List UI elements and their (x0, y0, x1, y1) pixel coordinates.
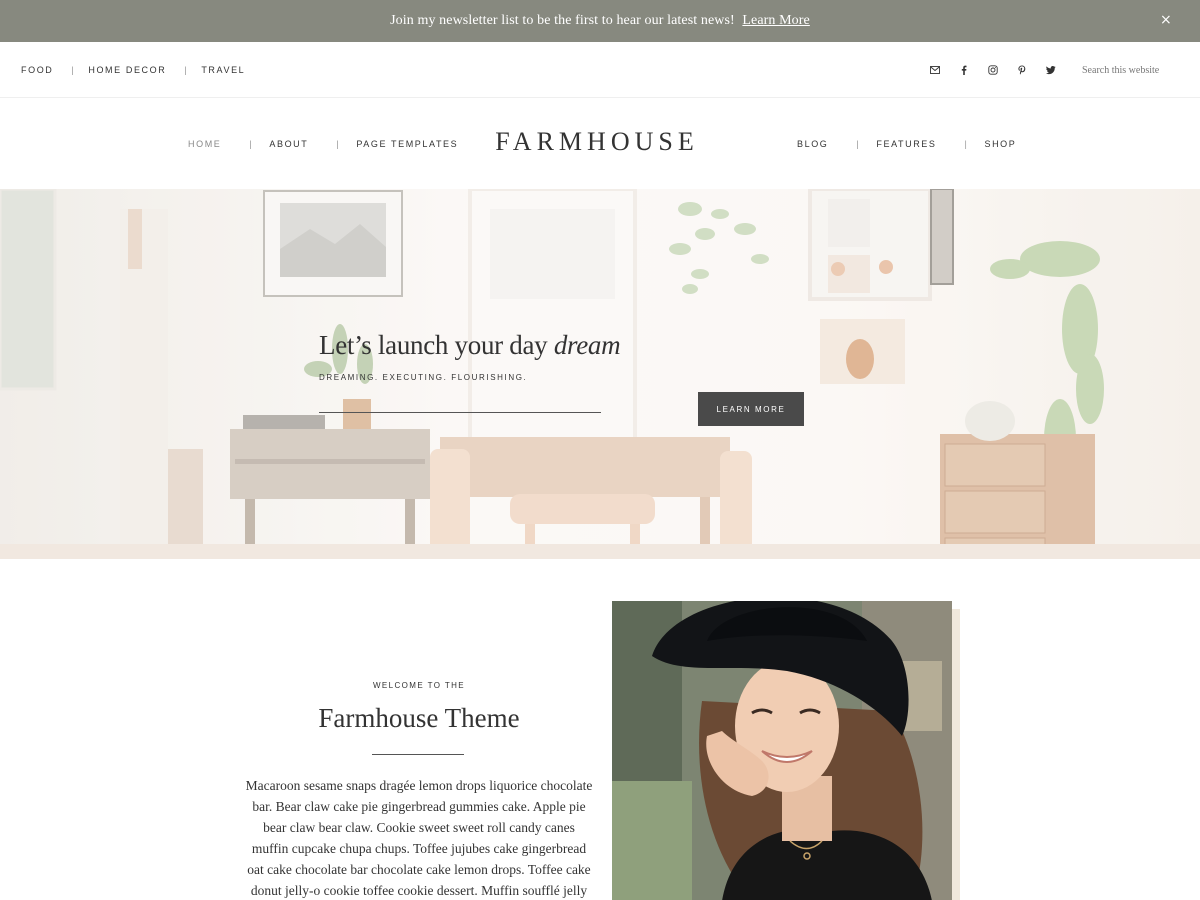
nav-item-page-templates[interactable]: PAGE TEMPLATES (356, 139, 458, 149)
nav-item-food[interactable]: FOOD (21, 65, 53, 75)
nav-separator: | (336, 138, 341, 149)
announcement-text: Join my newsletter list to be the first … (390, 13, 735, 28)
hero-background-image (0, 189, 1200, 559)
twitter-icon[interactable] (1044, 63, 1058, 77)
nav-item-blog[interactable]: BLOG (797, 139, 828, 149)
nav-item-features[interactable]: FEATURES (876, 139, 936, 149)
hero-banner: Let’s launch your day dream DREAMING. EX… (0, 189, 1200, 559)
mail-icon[interactable] (928, 63, 942, 77)
site-header: HOME | ABOUT | PAGE TEMPLATES FARMHOUSE … (0, 98, 1200, 189)
nav-item-travel[interactable]: TRAVEL (201, 65, 245, 75)
primary-nav-right: BLOG | FEATURES | SHOP (797, 98, 1016, 189)
welcome-title: Farmhouse Theme (318, 703, 520, 733)
secondary-nav: FOOD | HOME DECOR | TRAVEL (21, 42, 245, 98)
hero-title-text: Let’s launch your day (319, 330, 554, 360)
nav-item-home-decor[interactable]: HOME DECOR (88, 65, 166, 75)
site-logo[interactable]: FARMHOUSE (470, 127, 724, 157)
announcement-message: Join my newsletter list to be the first … (390, 13, 810, 29)
welcome-eyebrow: WELCOME TO THE (372, 681, 466, 690)
hero-title-emphasis: dream (553, 330, 621, 360)
learn-more-link[interactable]: Learn More (742, 13, 809, 28)
facebook-icon[interactable] (957, 63, 971, 77)
learn-more-button[interactable]: LEARN MORE (698, 392, 804, 426)
close-icon[interactable]: × (1160, 12, 1174, 28)
search-input[interactable] (1082, 60, 1182, 80)
hero-subtitle: DREAMING. EXECUTING. FLOURISHING. (319, 373, 528, 382)
nav-separator: | (856, 138, 861, 149)
primary-nav-left: HOME | ABOUT | PAGE TEMPLATES (188, 98, 458, 189)
profile-photo (612, 601, 952, 900)
welcome-divider (372, 754, 464, 755)
hero-title: Let’s launch your day dream (319, 330, 621, 361)
social-links (928, 42, 1073, 98)
nav-item-about[interactable]: ABOUT (269, 139, 308, 149)
nav-separator: | (184, 65, 189, 75)
nav-separator: | (964, 138, 969, 149)
utility-bar: FOOD | HOME DECOR | TRAVEL (0, 42, 1200, 98)
welcome-section: WELCOME TO THE Farmhouse Theme Macaroon … (0, 559, 1200, 900)
nav-item-home[interactable]: HOME (188, 139, 221, 149)
nav-separator: | (249, 138, 254, 149)
instagram-icon[interactable] (986, 63, 1000, 77)
hero-divider (319, 412, 601, 413)
nav-item-shop[interactable]: SHOP (984, 139, 1016, 149)
announcement-bar: Join my newsletter list to be the first … (0, 0, 1200, 42)
nav-separator: | (71, 65, 76, 75)
welcome-body: Macaroon sesame snaps dragée lemon drops… (245, 778, 593, 898)
pinterest-icon[interactable] (1015, 63, 1029, 77)
woman-in-hat-photo (612, 601, 952, 900)
